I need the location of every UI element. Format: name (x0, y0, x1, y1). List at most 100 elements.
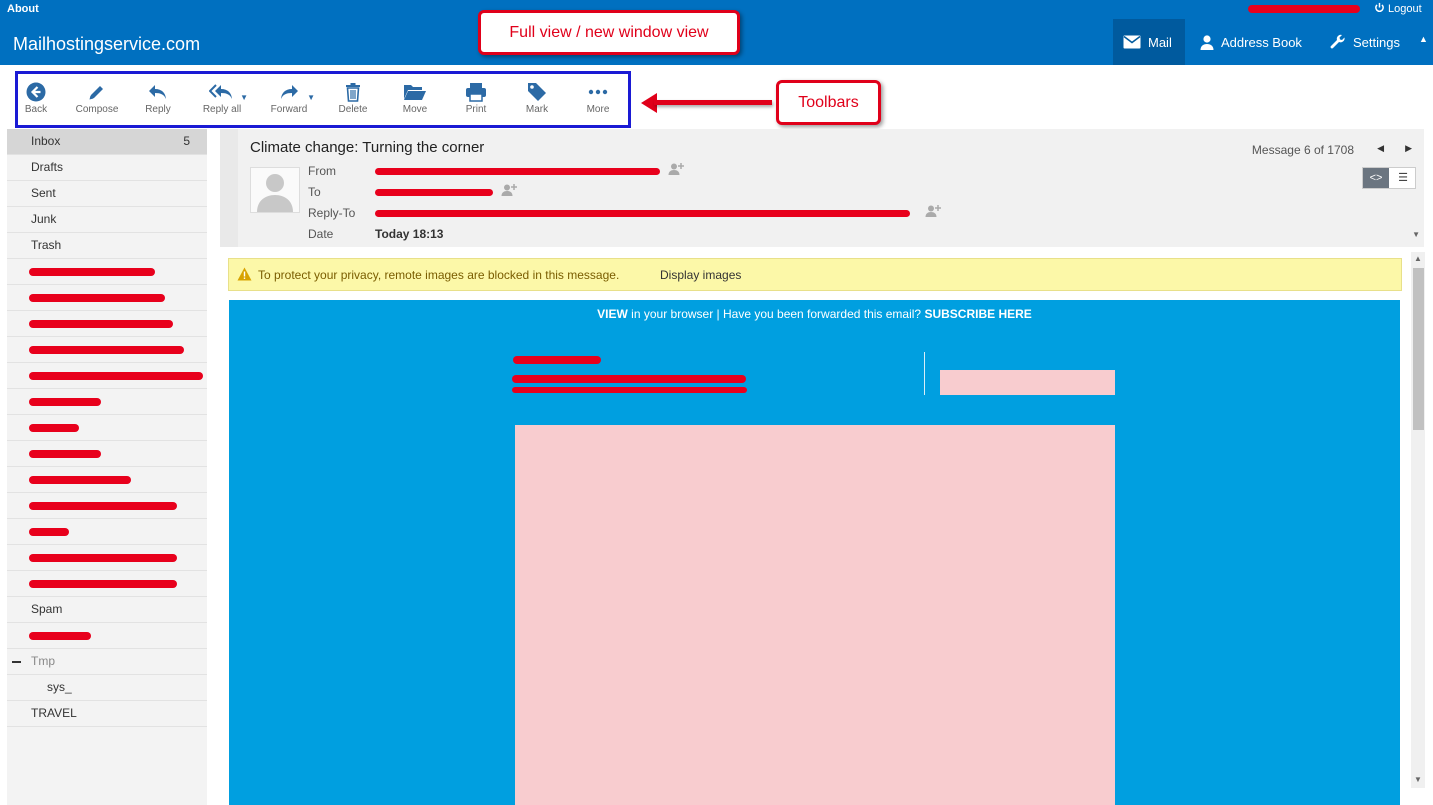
message-toolbar: Back Compose Reply Reply all ▼ Forward ▼… (15, 71, 631, 128)
folder-tmp[interactable]: Tmp (7, 649, 207, 675)
folder-redacted[interactable] (7, 363, 207, 389)
folder-trash[interactable]: Trash (7, 233, 207, 259)
redacted-folder-name (29, 554, 177, 562)
to-label: To (308, 185, 321, 199)
forward-label: Forward (270, 104, 308, 115)
folder-inbox[interactable]: Inbox 5 (7, 129, 207, 155)
more-button[interactable]: More (568, 82, 628, 115)
redacted-folder-name (29, 450, 101, 458)
folder-redacted[interactable] (7, 285, 207, 311)
view-link[interactable]: VIEW (597, 307, 628, 321)
reply-all-icon (209, 84, 232, 99)
print-label: Print (465, 104, 487, 115)
from-value-redacted[interactable] (375, 168, 660, 175)
plain-text-view-icon[interactable]: ☰ (1391, 168, 1415, 188)
back-label: Back (24, 104, 48, 115)
avatar-placeholder-icon (257, 174, 293, 212)
folder-drafts[interactable]: Drafts (7, 155, 207, 181)
previous-message-icon[interactable]: ◀ (1377, 143, 1384, 154)
expand-header-icon[interactable]: ▼ (1412, 230, 1420, 239)
email-preheader: VIEW in your browser | Have you been for… (229, 307, 1400, 321)
folder-list: Inbox 5 Drafts Sent Junk Trash Spam Tmp … (7, 129, 207, 805)
add-contact-icon[interactable] (668, 163, 684, 175)
folder-redacted[interactable] (7, 467, 207, 493)
folder-sent[interactable]: Sent (7, 181, 207, 207)
folder-redacted[interactable] (7, 259, 207, 285)
folder-redacted[interactable] (7, 571, 207, 597)
redacted-folder-name (29, 476, 131, 484)
message-header: Climate change: Turning the corner Messa… (220, 129, 1424, 247)
scrollbar-thumb[interactable] (1413, 268, 1424, 430)
compose-button[interactable]: Compose (67, 82, 127, 115)
subscribe-link[interactable]: SUBSCRIBE HERE (924, 307, 1031, 321)
to-value-redacted[interactable] (375, 189, 493, 196)
folder-redacted[interactable] (7, 311, 207, 337)
folder-redacted[interactable] (7, 337, 207, 363)
folder-redacted[interactable] (7, 545, 207, 571)
html-view-icon[interactable]: <> (1363, 168, 1389, 188)
user-icon (1200, 34, 1214, 50)
from-label: From (308, 164, 336, 178)
nav-mail[interactable]: Mail (1113, 19, 1185, 65)
nav-address-book[interactable]: Address Book (1190, 19, 1312, 65)
reply-to-value-redacted[interactable] (375, 210, 910, 217)
add-contact-icon[interactable] (501, 184, 517, 196)
folder-redacted[interactable] (7, 441, 207, 467)
about-link[interactable]: About (7, 3, 39, 15)
sender-avatar (250, 167, 300, 213)
mark-label: Mark (525, 104, 549, 115)
collapse-folder-icon[interactable] (12, 661, 21, 663)
folder-sys[interactable]: sys_ (7, 675, 207, 701)
folder-travel-label: TRAVEL (31, 706, 77, 720)
folder-redacted[interactable] (7, 389, 207, 415)
folder-redacted[interactable] (7, 519, 207, 545)
nav-settings[interactable]: Settings (1320, 19, 1410, 65)
folder-spam[interactable]: Spam (7, 597, 207, 623)
delete-button[interactable]: Delete (323, 82, 383, 115)
preheader-text: in your browser | Have you been forwarde… (627, 307, 925, 321)
reply-label: Reply (145, 104, 171, 115)
envelope-icon (1123, 35, 1141, 49)
folder-redacted[interactable] (7, 415, 207, 441)
username-redacted (1248, 5, 1360, 13)
folder-inbox-label: Inbox (31, 134, 61, 148)
logout-link[interactable]: Logout (1374, 2, 1422, 15)
mark-button[interactable]: Mark (507, 82, 567, 115)
folder-drafts-label: Drafts (31, 160, 64, 174)
folder-junk[interactable]: Junk (7, 207, 207, 233)
move-button[interactable]: Move (385, 82, 445, 115)
folder-travel[interactable]: TRAVEL (7, 701, 207, 727)
message-counter: Message 6 of 1708 (1251, 143, 1354, 157)
sender-logo-redacted (512, 387, 747, 393)
redacted-folder-name (29, 268, 155, 276)
display-images-link[interactable]: Display images (660, 268, 741, 282)
sender-logo-redacted (513, 356, 601, 364)
more-label: More (586, 104, 610, 115)
view-mode-toggle: <> ☰ (1362, 167, 1416, 189)
reply-all-dropdown-icon[interactable]: ▼ (240, 93, 248, 102)
forward-button[interactable]: Forward ▼ (259, 82, 319, 115)
collapse-header-icon[interactable]: ▲ (1419, 34, 1428, 44)
add-contact-icon[interactable] (925, 205, 941, 217)
scroll-up-icon[interactable]: ▲ (1414, 254, 1422, 263)
pencil-icon (89, 86, 103, 100)
date-value: Today 18:13 (375, 227, 444, 241)
back-button[interactable]: Back (6, 82, 66, 115)
reply-all-button[interactable]: Reply all ▼ (192, 82, 252, 115)
forward-dropdown-icon[interactable]: ▼ (307, 93, 315, 102)
folder-redacted[interactable] (7, 493, 207, 519)
folder-redacted[interactable] (7, 623, 207, 649)
scroll-down-icon[interactable]: ▼ (1414, 775, 1422, 784)
printer-icon (466, 83, 486, 102)
ellipsis-icon (588, 89, 608, 95)
trash-icon (346, 83, 360, 102)
inbox-unread-count: 5 (183, 134, 190, 148)
folder-sys-label: sys_ (47, 680, 72, 694)
tag-icon (528, 83, 546, 101)
next-message-icon[interactable]: ▶ (1405, 143, 1412, 154)
folder-sent-label: Sent (31, 186, 56, 200)
reply-button[interactable]: Reply (128, 82, 188, 115)
print-button[interactable]: Print (446, 82, 506, 115)
wrench-icon (1330, 34, 1345, 49)
reply-icon (149, 85, 166, 99)
